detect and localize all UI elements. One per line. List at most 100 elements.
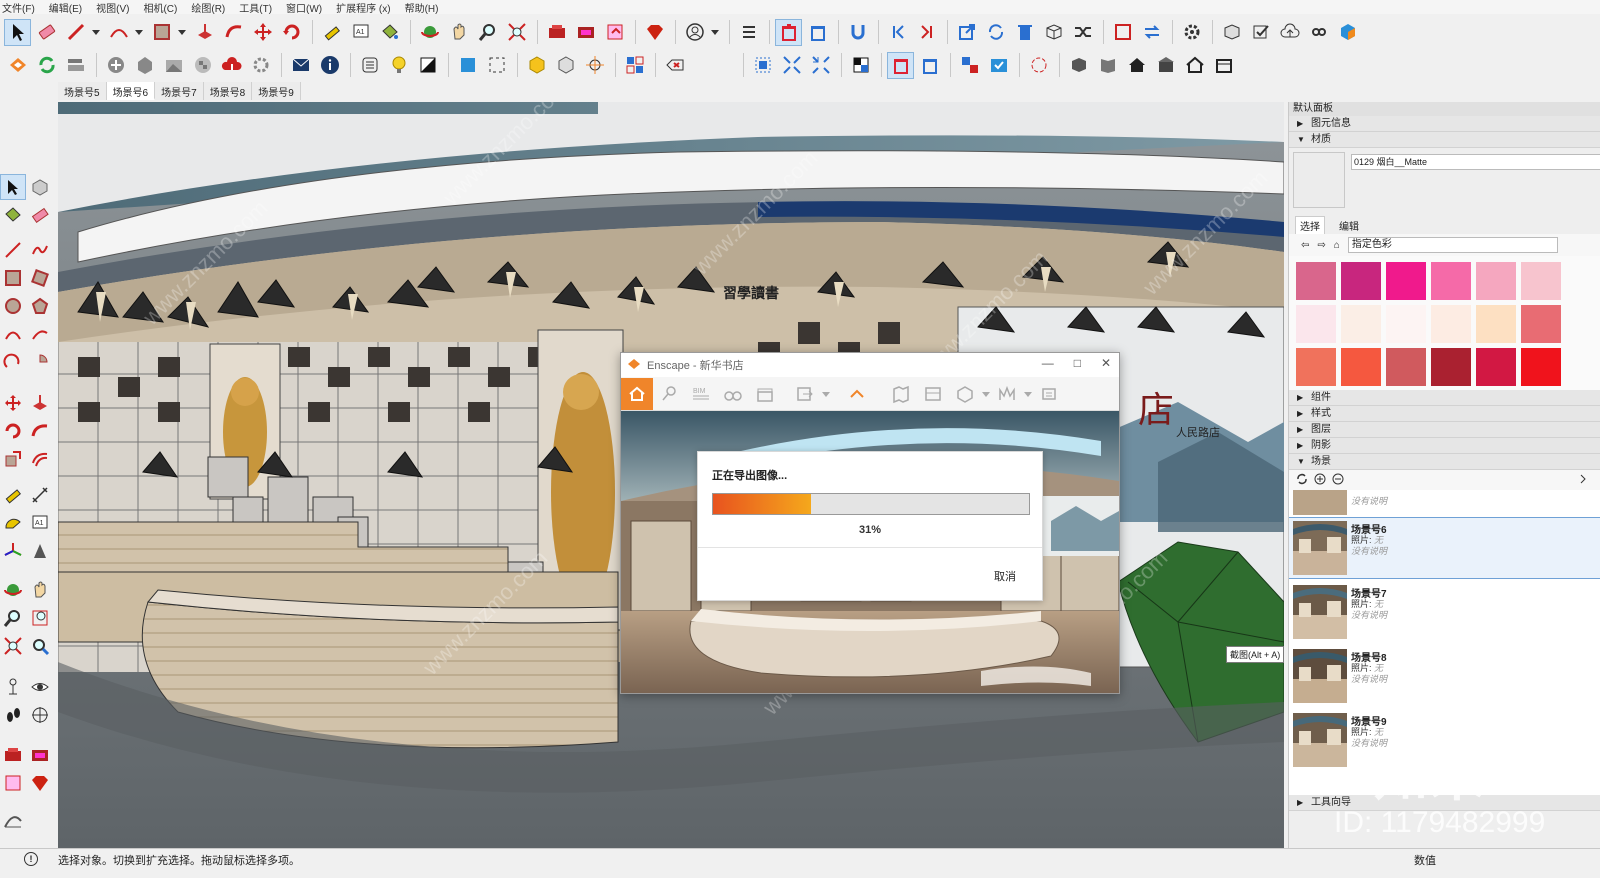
scene-tab[interactable]: 场景号8 [203, 82, 253, 100]
enscape-views-icon[interactable] [62, 52, 89, 79]
ruby-icon[interactable] [27, 770, 53, 796]
enscape-upload-icon[interactable] [218, 52, 245, 79]
box-icon[interactable] [1040, 19, 1067, 46]
enscape-add-icon[interactable] [102, 52, 129, 79]
scene-tab[interactable]: 场景号9 [252, 82, 301, 100]
pie-icon[interactable] [27, 349, 53, 375]
chevron-down-icon[interactable] [91, 19, 101, 46]
share-model-icon[interactable] [0, 770, 26, 796]
rotate-icon[interactable] [278, 19, 305, 46]
sketchup-logo-icon[interactable] [1334, 19, 1361, 46]
pin-icon[interactable] [653, 378, 685, 410]
scene-item-partial[interactable]: 没有说明 [1289, 490, 1600, 518]
back-arrow-icon[interactable]: ⇦ [1301, 240, 1309, 251]
freehand-icon[interactable] [27, 237, 53, 263]
paint-bucket-icon[interactable] [0, 202, 26, 228]
trash-icon[interactable] [1011, 19, 1038, 46]
previous-view-icon[interactable] [27, 633, 53, 659]
material-swatch[interactable] [1431, 305, 1471, 343]
select-group-icon[interactable] [749, 52, 776, 79]
material-swatch[interactable] [1296, 262, 1336, 300]
component-check-icon[interactable] [985, 52, 1012, 79]
box-icon[interactable] [949, 378, 981, 410]
zoom-window-icon[interactable] [27, 605, 53, 631]
menu-extensions[interactable]: 扩展程序 (x) [336, 0, 390, 15]
info-icon[interactable]: ! [24, 852, 38, 866]
menu-file[interactable]: 文件(F) [2, 0, 35, 15]
arc-icon[interactable] [0, 321, 26, 347]
box-3d-icon[interactable] [1065, 52, 1092, 79]
material-swatch[interactable] [1386, 348, 1426, 386]
menu-window[interactable]: 窗口(W) [286, 0, 322, 15]
collapse-up-icon[interactable] [841, 378, 873, 410]
section-entity-info[interactable]: ▶ 图元信息 [1289, 116, 1600, 132]
arc-icon[interactable] [105, 19, 132, 46]
home-icon[interactable] [621, 377, 653, 410]
link-icon[interactable] [1305, 19, 1332, 46]
home-icon[interactable]: ⌂ [1334, 240, 1340, 251]
extension-warehouse-icon[interactable] [572, 19, 599, 46]
material-swatch[interactable] [1476, 348, 1516, 386]
cleanup-icon[interactable] [804, 19, 831, 46]
material-swatch[interactable] [1341, 348, 1381, 386]
flower-icon[interactable] [1025, 52, 1052, 79]
two-point-arc-icon[interactable] [27, 321, 53, 347]
sandbox-icon[interactable] [0, 808, 26, 834]
half-square-icon[interactable] [414, 52, 441, 79]
cloud-upload-icon[interactable] [1276, 19, 1303, 46]
enscape-tree-icon[interactable] [131, 52, 158, 79]
protractor-icon[interactable] [0, 510, 26, 536]
details-icon[interactable] [1576, 472, 1590, 489]
contrast-icon[interactable] [847, 52, 874, 79]
home-outline-icon[interactable] [1181, 52, 1208, 79]
position-camera-icon[interactable] [0, 674, 26, 700]
forward-arrow-icon[interactable]: ⇨ [1317, 240, 1325, 251]
text-icon[interactable]: A1 [27, 510, 53, 536]
chevron-down-icon[interactable] [981, 378, 991, 410]
section-materials[interactable]: ▼ 材质 [1289, 132, 1600, 148]
cancel-button[interactable]: 取消 [994, 568, 1016, 584]
bim-icon[interactable]: BIM [685, 378, 717, 410]
material-collection-select[interactable]: 指定色彩 [1347, 237, 1558, 253]
material-swatch[interactable] [1521, 262, 1561, 300]
ruby-icon[interactable] [641, 19, 668, 46]
house-icon[interactable] [1123, 52, 1150, 79]
minimize-icon[interactable]: — [1042, 356, 1054, 370]
list-icon[interactable] [356, 52, 383, 79]
chevron-down-icon[interactable] [1023, 378, 1033, 410]
target-icon[interactable] [581, 52, 608, 79]
material-swatch[interactable] [1431, 348, 1471, 386]
refresh-icon[interactable] [1295, 472, 1309, 489]
section-plane-icon[interactable] [27, 702, 53, 728]
section-styles[interactable]: ▶ 样式 [1289, 406, 1600, 422]
warehouse-icon[interactable] [543, 19, 570, 46]
section-components[interactable]: ▶ 组件 [1289, 390, 1600, 406]
section-layers[interactable]: ▶ 图层 [1289, 422, 1600, 438]
magnet-icon[interactable] [844, 19, 871, 46]
zoom-extents-icon[interactable] [503, 19, 530, 46]
scene-item[interactable]: 场景号7 照片: 无没有说明 [1289, 582, 1600, 642]
material-name-field[interactable]: 0129 烟白__Matte [1351, 154, 1600, 170]
menu-camera[interactable]: 相机(C) [143, 0, 177, 15]
rectangle-icon[interactable] [148, 19, 175, 46]
hexagon-grey-icon[interactable] [552, 52, 579, 79]
paint-bucket-icon[interactable] [376, 19, 403, 46]
material-swatch[interactable] [1386, 305, 1426, 343]
chevron-down-icon[interactable] [177, 19, 187, 46]
rectangle-icon[interactable] [0, 265, 26, 291]
make-component-icon[interactable] [27, 174, 53, 200]
delete-blue-icon[interactable] [916, 52, 943, 79]
zoom-icon[interactable] [474, 19, 501, 46]
export-icon[interactable] [953, 19, 980, 46]
component-swap-icon[interactable] [956, 52, 983, 79]
move-icon[interactable] [0, 390, 26, 416]
warehouse-icon[interactable] [0, 742, 26, 768]
orbit-icon[interactable] [0, 577, 26, 603]
menu-draw[interactable]: 绘图(R) [191, 0, 225, 15]
eraser-icon[interactable] [27, 202, 53, 228]
section-shadows[interactable]: ▶ 阴影 [1289, 438, 1600, 454]
scene-item[interactable]: 场景号8 照片: 无没有说明 [1289, 646, 1600, 706]
material-swatch[interactable] [1341, 262, 1381, 300]
asset-library-icon[interactable] [917, 378, 949, 410]
light-icon[interactable] [385, 52, 412, 79]
